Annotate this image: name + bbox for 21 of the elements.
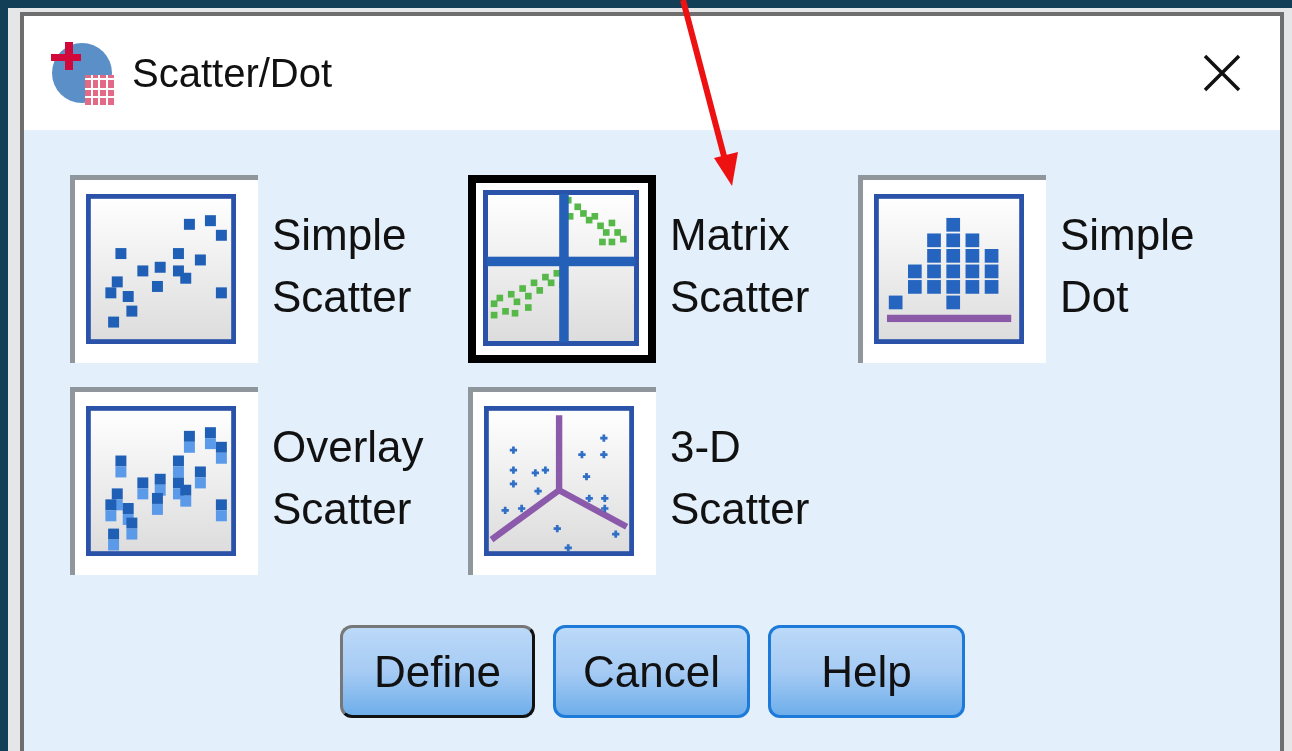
dialog-button[interactable]: Help — [768, 625, 965, 718]
app-logo-icon — [51, 41, 114, 105]
dialog-button[interactable]: Cancel — [553, 625, 750, 718]
scatter-matrix-icon — [483, 190, 639, 346]
chart-type-button[interactable] — [468, 387, 656, 575]
chart-type-label: 3-D Scatter — [670, 421, 810, 535]
dialog-button[interactable]: Define — [340, 625, 535, 718]
scatter-plot-icon — [86, 191, 236, 347]
chart-type-label: Simple Scatter — [272, 209, 412, 323]
chart-type-button[interactable] — [858, 175, 1046, 363]
chart-type-button[interactable] — [468, 175, 656, 363]
chart-type-button[interactable] — [70, 387, 258, 575]
3d-scatter-icon — [484, 403, 634, 559]
chart-type-label: Simple Dot — [1060, 209, 1195, 323]
overlay-scatter-icon — [86, 403, 236, 559]
dot-plot-icon — [874, 191, 1024, 347]
window-title: Scatter/Dot — [132, 50, 333, 96]
close-icon[interactable] — [1202, 53, 1242, 93]
chart-type-label: Matrix Scatter — [670, 209, 810, 323]
chart-type-button[interactable] — [70, 175, 258, 363]
chart-type-label: Overlay Scatter — [272, 421, 424, 535]
